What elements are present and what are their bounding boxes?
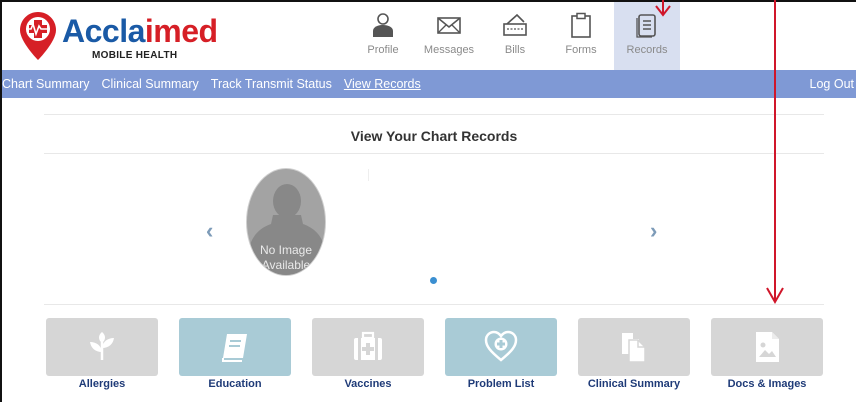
medkit-icon [354, 331, 382, 360]
brand-name: Acclaimed [62, 13, 218, 49]
envelope-icon [437, 17, 461, 34]
record-category-tiles: Allergies Education Vaccines Problem Lis… [46, 318, 826, 402]
location-pin-icon [20, 12, 56, 60]
tile-allergies[interactable] [46, 318, 158, 376]
carousel-next-button[interactable]: › [650, 218, 657, 244]
bills-icon [503, 13, 527, 36]
documents-icon [622, 333, 646, 363]
nav-messages[interactable]: Messages [416, 2, 482, 72]
menu-clinical-summary[interactable]: Clinical Summary [102, 77, 199, 91]
logout-link[interactable]: Log Out [810, 77, 854, 91]
carousel-prev-button[interactable]: ‹ [206, 218, 213, 244]
nav-forms-label: Forms [565, 44, 597, 56]
tile-vaccines-label[interactable]: Vaccines [312, 378, 424, 390]
divider [44, 304, 824, 305]
divider [44, 114, 824, 115]
clipboard-icon [571, 12, 591, 38]
nav-profile[interactable]: Profile [350, 2, 416, 72]
nav-messages-label: Messages [423, 44, 475, 56]
nav-forms[interactable]: Forms [548, 2, 614, 72]
records-icon [636, 14, 656, 38]
tile-clinical-summary[interactable] [578, 318, 690, 376]
tile-problem-list-label[interactable]: Problem List [445, 378, 557, 390]
nav-bills[interactable]: Bills [482, 2, 548, 72]
tile-docs-images-label[interactable]: Docs & Images [711, 378, 823, 390]
records-carousel: ‹ No Image Available › [44, 154, 824, 304]
leaf-icon [90, 332, 114, 360]
menu-chart-summary[interactable]: Chart Summary [2, 77, 90, 91]
brand-subtitle: MOBILE HEALTH [92, 50, 178, 61]
menu-track-transmit-status[interactable]: Track Transmit Status [211, 77, 332, 91]
tile-education[interactable] [179, 318, 291, 376]
sub-menu-bar: Chart Summary Clinical Summary Track Tra… [2, 70, 856, 98]
tile-docs-images[interactable] [711, 318, 823, 376]
main-nav: Profile Messages Bills Forms Records [350, 2, 680, 72]
nav-profile-label: Profile [367, 44, 399, 56]
nav-records-label: Records [626, 44, 668, 56]
page-title: View Your Chart Records [350, 128, 518, 144]
tile-education-label[interactable]: Education [179, 378, 291, 390]
carousel-indicator-dot[interactable] [430, 277, 437, 284]
top-header: Acclaimed MOBILE HEALTH Profile Messages [2, 0, 856, 72]
book-icon [222, 334, 247, 362]
menu-view-records[interactable]: View Records [344, 77, 421, 91]
nav-records[interactable]: Records [614, 2, 680, 72]
acclaimed-logo[interactable]: Acclaimed MOBILE HEALTH [20, 12, 220, 64]
heart-plus-icon [484, 330, 518, 362]
no-image-text: No Image [259, 243, 313, 257]
divider [368, 169, 369, 181]
tile-allergies-label[interactable]: Allergies [46, 378, 158, 390]
nav-bills-label: Bills [504, 44, 526, 56]
tile-problem-list[interactable] [445, 318, 557, 376]
no-image-text-2: Available [261, 258, 311, 272]
tile-vaccines[interactable] [312, 318, 424, 376]
image-file-icon [756, 332, 779, 362]
tile-clinical-summary-label[interactable]: Clinical Summary [578, 378, 690, 390]
no-image-placeholder[interactable]: No Image Available [246, 168, 326, 276]
records-content: View Your Chart Records ‹ No Image Avail… [44, 114, 824, 402]
profile-icon [373, 13, 393, 37]
